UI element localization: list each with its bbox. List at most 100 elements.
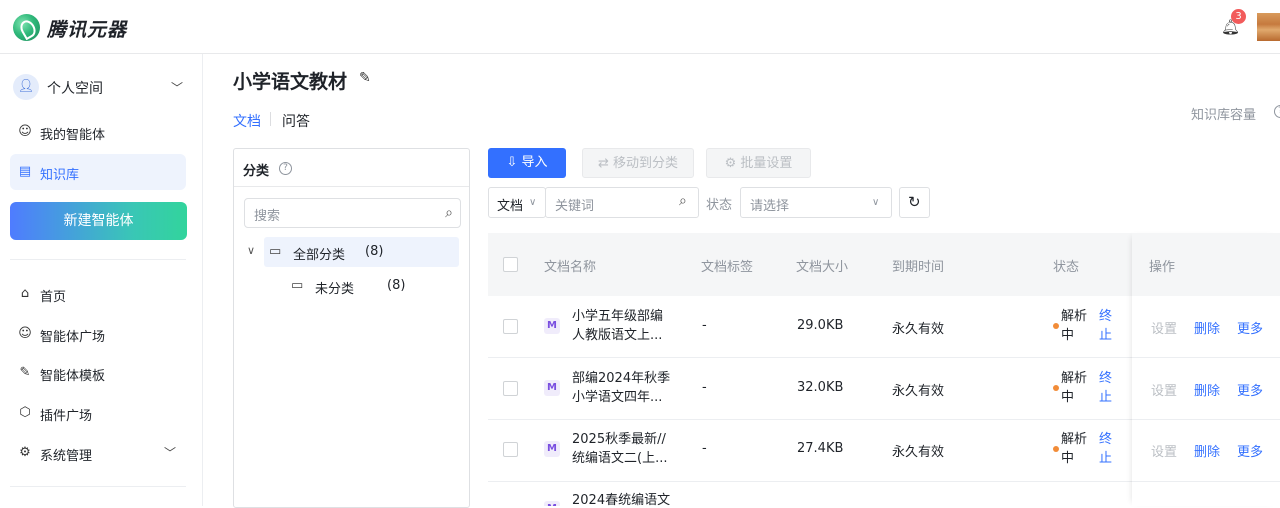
sidebar-item-knowledge[interactable]: ▤ 知识库: [10, 154, 186, 190]
stop-line: 终: [1099, 432, 1113, 447]
refresh-icon: ↻: [908, 193, 921, 211]
move-to-category-button[interactable]: ⇄ 移动到分类: [582, 148, 694, 178]
document-name-line: 小学五年级部编: [572, 309, 664, 324]
document-name[interactable]: 2024春统编语文: [572, 491, 672, 506]
search-icon[interactable]: ⌕: [445, 205, 453, 221]
document-tag: -: [702, 441, 707, 456]
refresh-button[interactable]: ↻: [899, 187, 930, 218]
document-expire: 永久有效: [892, 384, 945, 399]
stop-link[interactable]: 终 止: [1099, 369, 1115, 407]
page-title: 小学语文教材: [233, 71, 348, 93]
status-line: 解析: [1061, 371, 1088, 386]
status-line: 解析: [1061, 432, 1088, 447]
status-line: 解析: [1061, 309, 1088, 324]
gear-icon: ⚙: [724, 156, 741, 171]
sidebar-item-home[interactable]: ⌂ 首页: [10, 276, 186, 312]
type-select[interactable]: 文档 ∨: [488, 187, 546, 218]
stop-link[interactable]: 终 止: [1099, 430, 1115, 468]
type-select-value: 文档: [497, 199, 524, 214]
chevron-down-icon[interactable]: ∨: [247, 244, 255, 257]
user-plus-icon: 👤︎: [13, 74, 39, 100]
document-expire: 永久有效: [892, 322, 945, 337]
actions-column-shadow: [1132, 233, 1280, 506]
import-button[interactable]: ⇩ 导入: [488, 148, 566, 178]
sidebar-item-label: 智能体广场: [40, 330, 106, 345]
sidebar-item-label: 系统管理: [40, 449, 93, 464]
folder-icon: ▭: [291, 278, 304, 293]
divider: [10, 259, 186, 260]
help-icon[interactable]: ?: [279, 162, 292, 175]
tab-documents[interactable]: 文档: [233, 111, 261, 131]
new-agent-button[interactable]: 新建智能体: [10, 202, 187, 240]
import-label: 导入: [521, 155, 548, 170]
document-size: 29.0KB: [797, 318, 844, 333]
stop-link[interactable]: 终 止: [1099, 307, 1115, 345]
sidebar-item-agent-square[interactable]: ☺ 智能体广场: [10, 316, 186, 352]
document-name[interactable]: 部编2024年秋季 小学语文四年...: [572, 369, 672, 407]
document-icon: ▤: [18, 164, 32, 179]
document-name-line: 小学语文四年...: [572, 390, 663, 405]
sidebar-item-my-agents[interactable]: ☺ 我的智能体: [10, 114, 186, 150]
sidebar-item-agent-templates[interactable]: ✎ 智能体模板: [10, 355, 186, 391]
stop-line: 终: [1099, 371, 1113, 386]
tree-item-all[interactable]: ∨ ▭ 全部分类 (8): [247, 237, 459, 267]
keyword-input[interactable]: 关键词 ⌕: [545, 187, 699, 218]
sidebar-item-label: 我的智能体: [40, 128, 106, 143]
status-dot: [1053, 323, 1059, 329]
sidebar-item-label: 知识库: [40, 168, 80, 183]
status-line: 中: [1061, 328, 1075, 343]
sidebar: 👤︎ 个人空间 ﹀ ☺ 我的智能体 ▤ 知识库 新建智能体 ⌂ 首页 ☺ 智能体…: [0, 54, 203, 506]
document-name-line: 统编语文二(上...: [572, 451, 668, 466]
document-name[interactable]: 小学五年级部编 人教版语文上...: [572, 307, 672, 345]
status-text: 解析 中: [1061, 369, 1093, 407]
tab-qa[interactable]: 问答: [282, 111, 310, 131]
select-all-checkbox[interactable]: [503, 257, 518, 272]
document-tag: -: [702, 318, 707, 333]
stop-line: 止: [1099, 390, 1113, 405]
gear-icon: ⚙: [19, 445, 31, 460]
category-header: 分类 ?: [234, 149, 469, 187]
search-icon[interactable]: ⌕: [679, 193, 687, 209]
markdown-file-icon: M: [544, 501, 560, 506]
move-label: 移动到分类: [613, 156, 679, 171]
document-name-line: 人教版语文上...: [572, 328, 663, 343]
batch-settings-button[interactable]: ⚙ 批量设置: [706, 148, 811, 178]
category-title: 分类: [243, 164, 270, 179]
robot-icon: ☺: [18, 124, 32, 139]
column-header-expire: 到期时间: [892, 260, 945, 275]
divider: [10, 486, 186, 487]
status-filter-label: 状态: [706, 198, 733, 213]
avatar[interactable]: [1257, 13, 1280, 41]
sidebar-item-system[interactable]: ⚙ 系统管理 ﹀: [10, 435, 186, 471]
row-checkbox[interactable]: [503, 319, 518, 334]
document-name[interactable]: 2025秋季最新// 统编语文二(上...: [572, 430, 672, 468]
category-search-input[interactable]: 搜索 ⌕: [244, 198, 461, 228]
document-tag: -: [702, 380, 707, 395]
tree-item-uncategorized[interactable]: ▭ 未分类 (8): [289, 271, 459, 301]
column-header-size: 文档大小: [796, 260, 849, 275]
document-name-line: 2025秋季最新//: [572, 432, 666, 447]
edit-icon[interactable]: ✎: [359, 70, 375, 86]
sidebar-item-label: 智能体模板: [40, 369, 106, 384]
chevron-down-icon: ﹀: [164, 446, 177, 460]
space-label: 个人空间: [47, 81, 103, 97]
status-dot: [1053, 385, 1059, 391]
status-text: 解析 中: [1061, 307, 1093, 345]
tree-item-label: 全部分类: [293, 248, 346, 263]
capacity-label[interactable]: 知识库容量: [1191, 104, 1256, 123]
stop-line: 终: [1099, 309, 1113, 324]
status-select[interactable]: 请选择 ∨: [740, 187, 892, 218]
row-checkbox[interactable]: [503, 381, 518, 396]
sidebar-item-label: 插件广场: [40, 409, 93, 424]
help-icon[interactable]: ?: [1274, 105, 1280, 118]
status-placeholder: 请选择: [750, 199, 790, 214]
markdown-file-icon: M: [544, 380, 560, 396]
sidebar-item-plugin-square[interactable]: ⬡ 插件广场: [10, 395, 186, 431]
notification-badge: 3: [1231, 9, 1246, 24]
row-checkbox[interactable]: [503, 442, 518, 457]
markdown-file-icon: M: [544, 318, 560, 334]
status-dot: [1053, 446, 1059, 452]
logo-icon: [13, 14, 40, 41]
space-switcher[interactable]: 👤︎ 个人空间 ﹀: [13, 72, 187, 102]
column-header-tag: 文档标签: [701, 260, 754, 275]
